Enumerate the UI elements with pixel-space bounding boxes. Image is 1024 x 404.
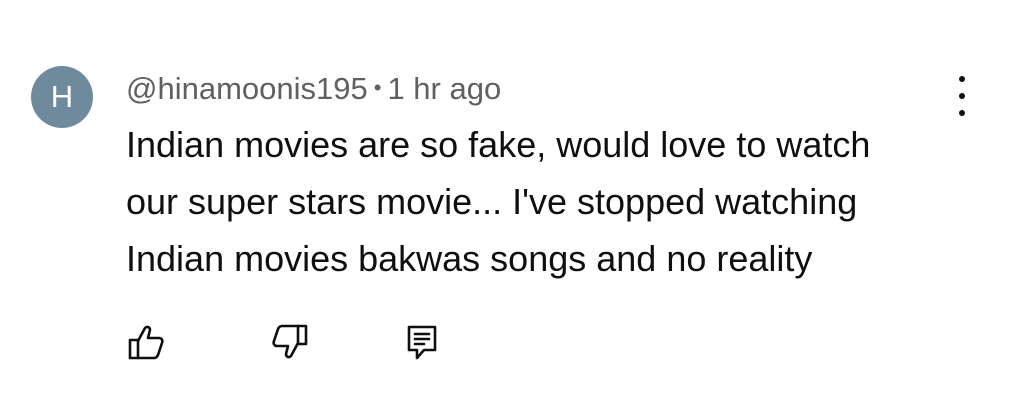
dislike-button[interactable] [268,320,312,364]
reply-comment-icon [407,325,437,360]
thumbs-up-icon [128,325,164,360]
comment-timestamp: 1 hr ago [387,71,502,106]
meta-separator: • [373,74,382,100]
author-handle[interactable]: @hinamoonis195 [126,71,368,106]
thumbs-down-icon [272,324,308,359]
avatar[interactable]: H [31,66,93,128]
comment-item: H @hinamoonis195 • 1 hr ago Indian movies … [0,0,1024,404]
comment-line-1: Indian movies are so fake, would love to… [126,124,871,165]
more-vert-icon[interactable] [950,76,974,116]
menu-dot [959,110,965,116]
menu-dot [959,76,965,82]
comment-text: Indian movies are so fake, would love to… [126,116,956,287]
comment-meta: @hinamoonis195 • 1 hr ago [126,70,501,110]
reply-button[interactable] [400,320,444,364]
comment-line-2: our super stars movie... I've stopped wa… [126,181,858,222]
like-button[interactable] [124,320,168,364]
menu-dot [959,93,965,99]
avatar-initial: H [50,79,74,114]
comment-line-3: Indian movies bakwas songs and no realit… [126,238,813,279]
